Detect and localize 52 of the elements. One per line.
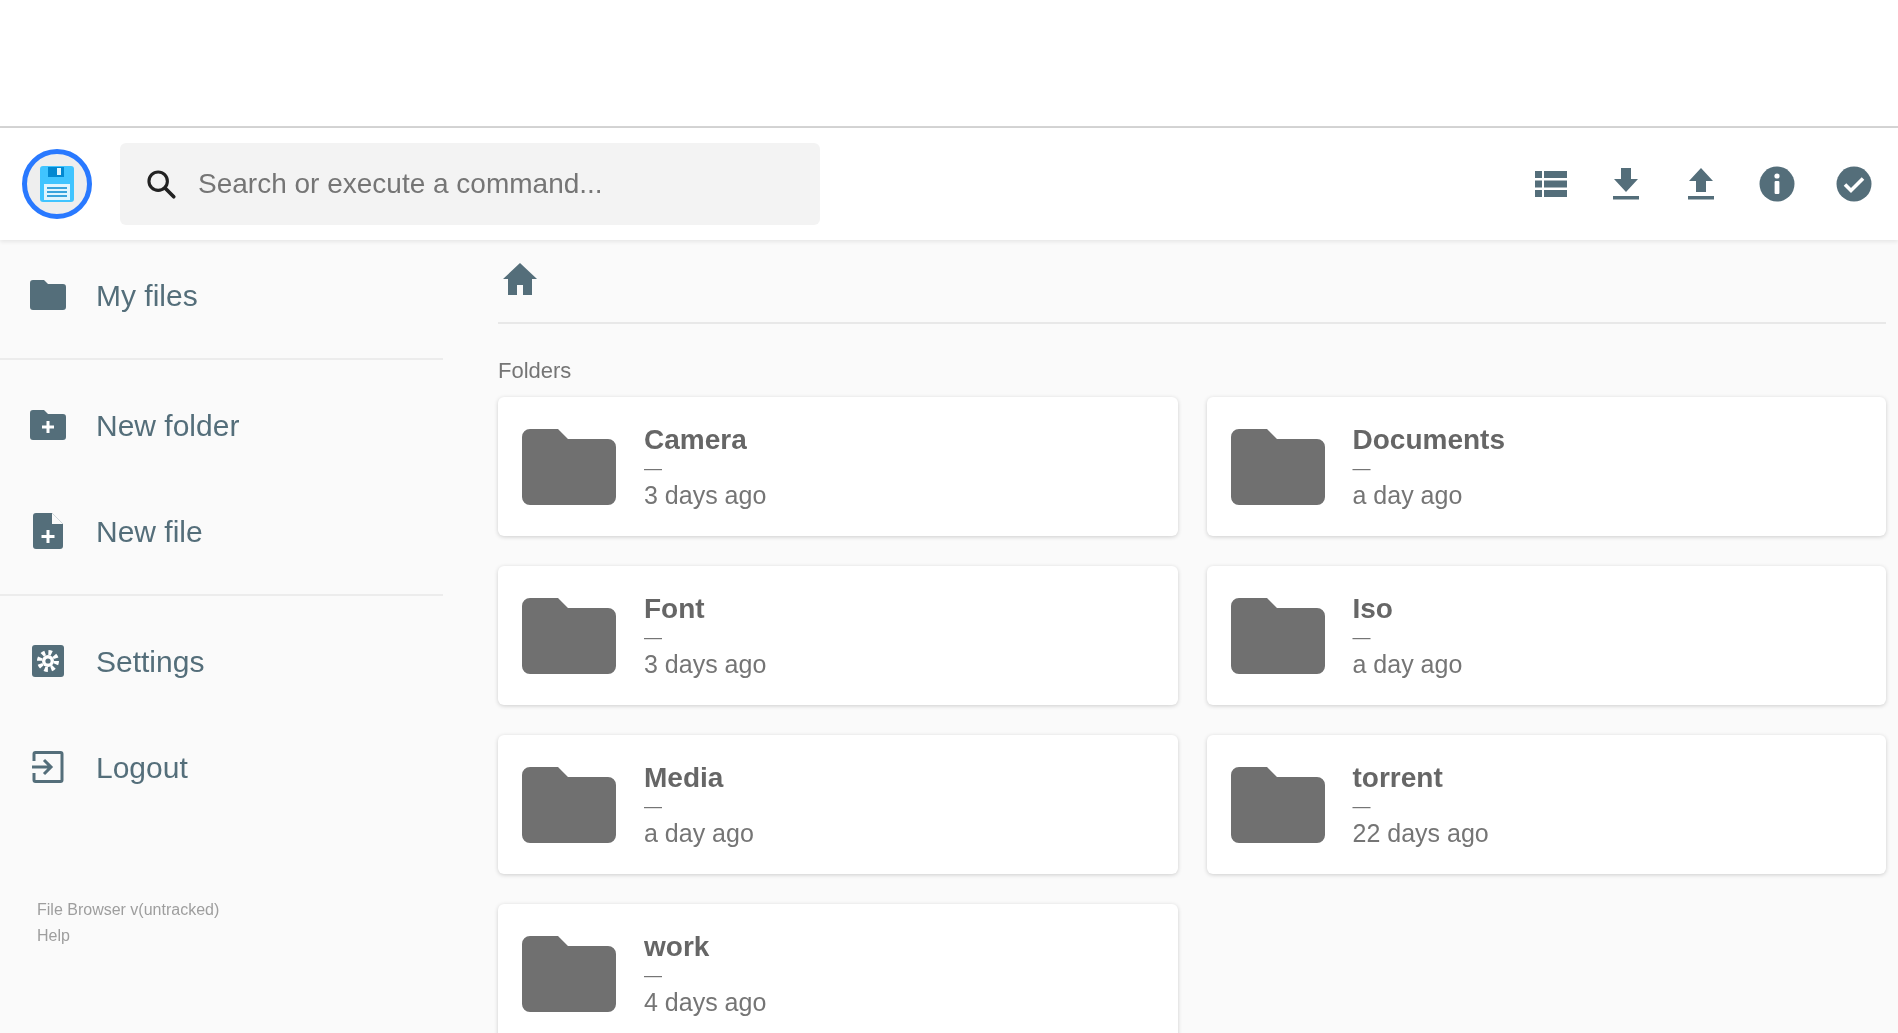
folder-name: Iso [1352, 591, 1393, 626]
sidebar-item[interactable]: New file [0, 488, 443, 574]
sidebar-item[interactable]: New folder [0, 382, 443, 468]
folder-size: — [1352, 795, 1371, 816]
section-title: Folders [498, 357, 572, 385]
check-icon[interactable] [1836, 166, 1872, 202]
modified-date: a day ago [1352, 648, 1463, 680]
folder-size: — [644, 795, 662, 816]
version-text: File Browser v(untracked) [37, 900, 220, 920]
folder-size: — [644, 626, 662, 647]
folder-card[interactable]: Font — 3 days ago [498, 566, 1178, 705]
sidebar-item[interactable]: Settings [0, 618, 443, 704]
folder-name: Documents [1352, 422, 1505, 457]
modified-date: 22 days ago [1352, 817, 1489, 849]
new-folder-icon [30, 410, 66, 440]
folder-size: — [644, 964, 662, 985]
folder-icon [1230, 428, 1325, 505]
sidebar-item[interactable]: My files [0, 252, 443, 338]
search-field[interactable]: Search or execute a command... [120, 143, 820, 225]
folder-icon [522, 428, 616, 505]
modified-date: 3 days ago [644, 648, 767, 680]
modified-date: a day ago [1352, 479, 1463, 511]
folder-icon [30, 280, 66, 310]
folder-card[interactable]: torrent — 22 days ago [1206, 735, 1886, 874]
folder-icon [1230, 766, 1325, 843]
folder-card[interactable]: work — 4 days ago [498, 904, 1178, 1033]
settings-icon [32, 645, 64, 677]
folder-name: torrent [1352, 760, 1443, 795]
info-icon[interactable] [1759, 166, 1795, 202]
logout-icon [32, 751, 64, 783]
new-file-icon [33, 513, 63, 549]
folder-card[interactable]: Iso — a day ago [1206, 566, 1886, 705]
folder-size: — [644, 457, 662, 478]
folder-size: — [1352, 457, 1371, 478]
modified-date: a day ago [644, 817, 754, 849]
modified-date: 3 days ago [644, 479, 767, 511]
folder-card[interactable]: Documents — a day ago [1206, 397, 1886, 536]
folder-size: — [1352, 626, 1371, 647]
folder-icon [522, 935, 616, 1012]
sidebar-item[interactable]: Logout [0, 724, 443, 810]
folder-card[interactable]: Media — a day ago [498, 735, 1178, 874]
search-icon [144, 167, 178, 201]
modified-date: 4 days ago [644, 986, 767, 1018]
folder-name: Camera [644, 422, 747, 457]
folder-icon [522, 597, 616, 674]
folder-icon [522, 766, 616, 843]
folder-name: Font [644, 591, 705, 626]
home-icon[interactable] [502, 262, 538, 296]
folder-name: Media [644, 760, 724, 795]
folder-name: work [644, 929, 710, 964]
folder-icon [1230, 597, 1325, 674]
folder-card[interactable]: Camera — 3 days ago [498, 397, 1178, 536]
